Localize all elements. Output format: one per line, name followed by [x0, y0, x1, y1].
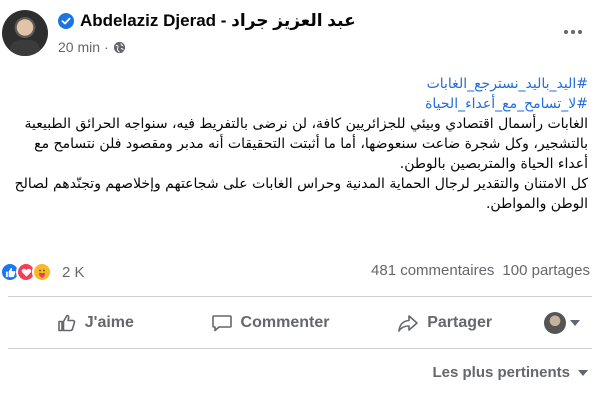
- action-bar: J'aime Commenter Partager: [8, 304, 592, 342]
- reaction-count[interactable]: 2 K: [62, 264, 85, 281]
- chevron-down-icon: [570, 320, 581, 326]
- sort-label: Les plus pertinents: [432, 364, 570, 381]
- post-meta: 20 min ·: [58, 39, 126, 55]
- post-stats: 481 commentaires 100 partages: [371, 262, 590, 279]
- share-arrow-icon: [398, 315, 419, 332]
- share-button[interactable]: Partager: [357, 304, 532, 342]
- globe-icon: [113, 41, 125, 53]
- hashtag-link[interactable]: #لا_تسامح_مع_أعداء_الحياة: [8, 94, 588, 114]
- share-label: Partager: [427, 314, 493, 331]
- like-label: J'aime: [84, 314, 134, 331]
- chevron-down-icon: [578, 369, 588, 376]
- verified-badge-icon: [58, 13, 74, 29]
- post-header: Abdelaziz Djerad - عبد العزيز جراد 20 mi…: [0, 0, 600, 66]
- shares-count[interactable]: 100 partages: [502, 262, 590, 279]
- post-body: #اليد_باليد_نسترجع_الغابات #لا_تسامح_مع_…: [8, 74, 588, 214]
- divider: [8, 348, 592, 349]
- care-reaction-icon: [32, 262, 52, 282]
- thumbs-up-icon: [57, 314, 76, 332]
- more-options-icon[interactable]: [558, 22, 588, 42]
- comments-count[interactable]: 481 commentaires: [371, 262, 494, 279]
- author-name[interactable]: Abdelaziz Djerad - عبد العزيز جراد: [80, 11, 356, 31]
- author-avatar[interactable]: [2, 10, 48, 56]
- post-time[interactable]: 20 min: [58, 39, 100, 55]
- divider: [8, 296, 592, 297]
- meta-separator: ·: [104, 39, 109, 55]
- comment-bubble-icon: [211, 315, 232, 332]
- like-button[interactable]: J'aime: [8, 304, 183, 342]
- comment-button[interactable]: Commenter: [183, 304, 358, 342]
- hashtag-link[interactable]: #اليد_باليد_نسترجع_الغابات: [8, 74, 588, 94]
- reaction-summary[interactable]: 2 K: [0, 260, 85, 284]
- post-as-selector[interactable]: [532, 304, 592, 342]
- selector-avatar: [544, 312, 567, 334]
- post-paragraph: الغابات رأسمال اقتصادي وبيئي للجزائريين …: [24, 116, 589, 172]
- comment-sort-dropdown[interactable]: Les plus pertinents: [432, 364, 588, 381]
- post-paragraph: كل الامتنان والتقدير لرجال الحماية المدن…: [14, 176, 588, 212]
- comment-label: Commenter: [240, 314, 330, 331]
